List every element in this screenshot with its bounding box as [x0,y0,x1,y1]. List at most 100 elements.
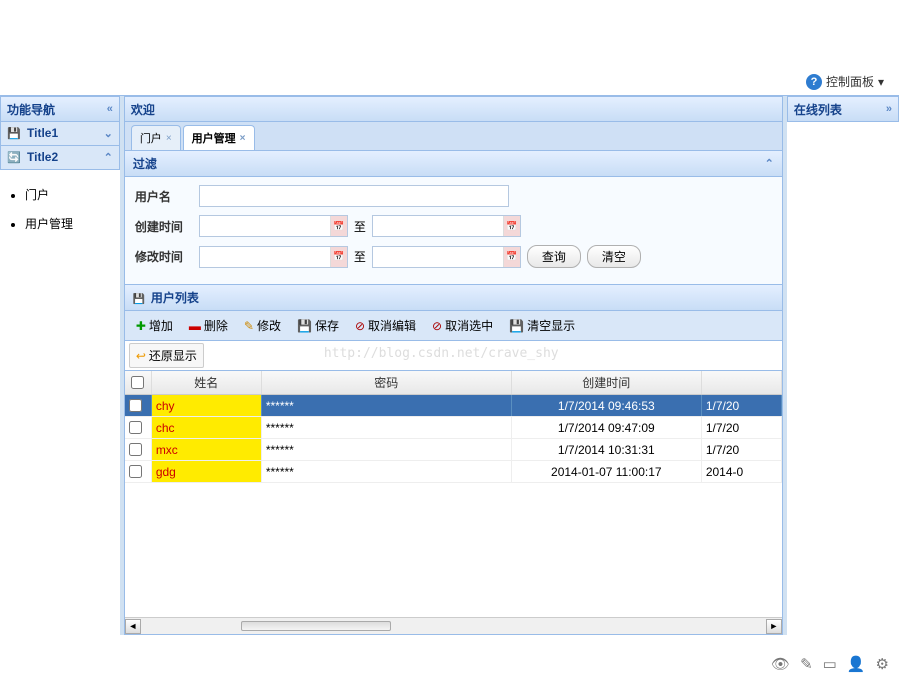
to-label: 至 [354,218,366,235]
tab-portal-label: 门户 [140,130,162,146]
col-password[interactable]: 密码 [262,371,512,394]
create-from-input[interactable] [200,216,330,236]
book-icon[interactable]: ▭ [823,655,837,673]
col-create[interactable]: 创建时间 [512,371,702,394]
cell-modify: 1/7/20 [702,417,782,438]
save-icon [7,126,23,142]
status-bar-icons: 👁 ✎ ▭ 👤 ⚙ [771,655,889,673]
tab-user-label: 用户管理 [192,130,236,146]
edit-button[interactable]: ✎修改 [237,313,288,338]
control-panel-link[interactable]: ? 控制面板 ▾ [806,73,884,90]
pencil-icon: ✎ [244,319,254,333]
cancel-select-button[interactable]: ⊘取消选中 [425,313,500,338]
cell-name: mxc [152,439,262,460]
cell-create: 2014-01-07 11:00:17 [512,461,702,482]
grid-icon [133,291,147,305]
refresh-icon [7,150,23,166]
tab-user-mgmt[interactable]: 用户管理 × [183,125,255,150]
filter-header[interactable]: 过滤 ⌃ [124,151,783,177]
create-to-input[interactable] [373,216,503,236]
main-panel: 欢迎 门户 × 用户管理 × 过滤 ⌃ 用户名 创建时间 📅 至 [124,96,783,635]
accordion-title1[interactable]: Title1 ⌄ [0,122,120,146]
save-button[interactable]: 💾保存 [290,313,346,338]
cell-password: ****** [262,395,512,416]
calendar-icon[interactable]: 📅 [503,216,520,236]
cancel-icon: ⊘ [432,319,442,333]
dropdown-icon: ▾ [878,75,884,89]
online-title: 在线列表 [794,101,842,118]
tab-portal[interactable]: 门户 × [131,125,181,150]
col-checkbox[interactable] [125,371,152,394]
close-icon[interactable]: × [166,133,172,144]
modify-from-input[interactable] [200,247,330,267]
cell-create: 1/7/2014 10:31:31 [512,439,702,460]
restore-icon: ↩ [136,349,146,363]
close-icon[interactable]: × [240,133,246,144]
cell-name: chy [152,395,262,416]
table-row[interactable]: mxc******1/7/2014 10:31:311/7/20 [125,439,782,461]
filter-title: 过滤 [133,155,157,172]
restore-button[interactable]: ↩还原显示 [129,343,204,368]
cell-password: ****** [262,417,512,438]
cancel-icon: ⊘ [355,319,365,333]
cell-modify: 1/7/20 [702,439,782,460]
nav-portal[interactable]: 门户 [25,180,120,209]
grid-title: 用户列表 [151,289,199,306]
cell-password: ****** [262,461,512,482]
create-label: 创建时间 [135,218,193,235]
cell-name: chc [152,417,262,438]
horizontal-scrollbar[interactable]: ◄ ► [125,617,782,634]
select-all-checkbox[interactable] [131,376,144,389]
title1-label: Title1 [27,126,58,140]
scroll-left-icon[interactable]: ◄ [125,619,141,634]
calendar-icon[interactable]: 📅 [330,247,347,267]
cell-name: gdg [152,461,262,482]
chevron-down-icon[interactable]: ⌄ [104,127,113,140]
watermark-text: http://blog.csdn.net/crave_shy [324,346,559,361]
mask-icon[interactable]: 👁 [771,655,790,673]
grid-header: 用户列表 [124,285,783,311]
calendar-icon[interactable]: 📅 [503,247,520,267]
tabs-bar: 门户 × 用户管理 × [124,122,783,151]
cancel-edit-button[interactable]: ⊘取消编辑 [348,313,423,338]
col-name[interactable]: 姓名 [152,371,262,394]
modify-to-input[interactable] [373,247,503,267]
clear-button[interactable]: 清空 [587,245,641,268]
clear-icon: 💾 [509,319,524,333]
scroll-thumb[interactable] [241,621,391,631]
save-icon: 💾 [297,319,312,333]
query-button[interactable]: 查询 [527,245,581,268]
row-checkbox[interactable] [125,395,152,416]
nav-user-mgmt[interactable]: 用户管理 [25,209,120,238]
table-row[interactable]: chc******1/7/2014 09:47:091/7/20 [125,417,782,439]
row-checkbox[interactable] [125,461,152,482]
main-title: 欢迎 [131,101,155,118]
chevron-up-icon[interactable]: ⌃ [104,151,113,164]
username-label: 用户名 [135,188,193,205]
online-header: 在线列表 » [787,96,899,122]
scroll-right-icon[interactable]: ► [766,619,782,634]
collapse-left-icon[interactable]: « [107,103,113,115]
sidebar-panel: 功能导航 « Title1 ⌄ Title2 ⌃ 门户 用户管理 [0,96,124,635]
row-checkbox[interactable] [125,417,152,438]
delete-button[interactable]: ▬删除 [182,313,235,338]
clear-display-button[interactable]: 💾清空显示 [502,313,582,338]
calendar-icon[interactable]: 📅 [330,216,347,236]
accordion-title2[interactable]: Title2 ⌃ [0,146,120,170]
collapse-up-icon[interactable]: ⌃ [765,157,774,170]
minus-icon: ▬ [189,319,201,333]
user-icon[interactable]: 👤 [847,655,866,673]
username-input[interactable] [199,185,509,207]
add-button[interactable]: ✚增加 [129,313,180,338]
table-row[interactable]: chy******1/7/2014 09:46:531/7/20 [125,395,782,417]
row-checkbox[interactable] [125,439,152,460]
brush-icon[interactable]: ✎ [800,655,813,673]
col-modify[interactable] [702,371,782,394]
settings-icon[interactable]: ⚙ [876,655,889,673]
collapse-right-icon[interactable]: » [886,103,892,115]
modify-label: 修改时间 [135,248,193,265]
filter-body: 用户名 创建时间 📅 至 📅 修改时间 📅 至 📅 查询 清空 [124,177,783,285]
plus-icon: ✚ [136,319,146,333]
help-icon: ? [806,74,822,90]
table-row[interactable]: gdg******2014-01-07 11:00:172014-0 [125,461,782,483]
